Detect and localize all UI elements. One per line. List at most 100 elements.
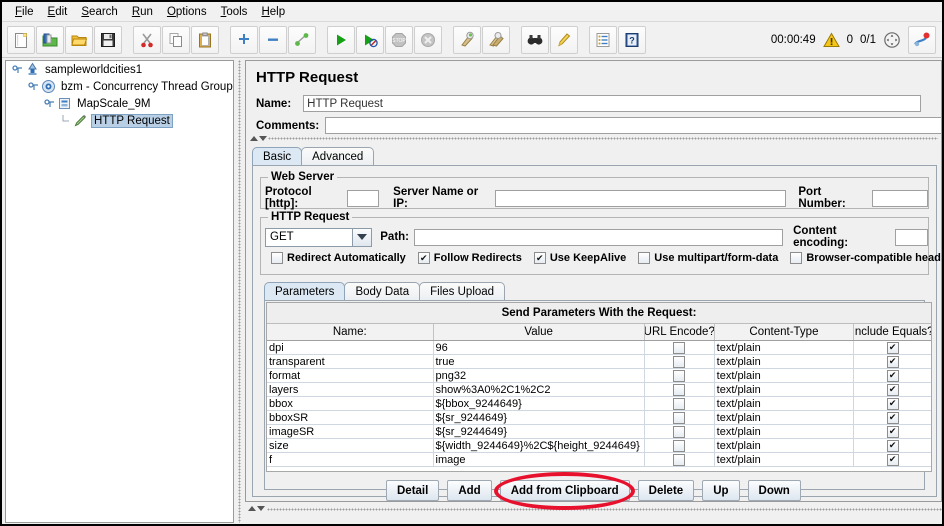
cell-include-equals[interactable] (854, 341, 931, 354)
include-equals-checkbox[interactable] (886, 383, 899, 396)
menu-options[interactable]: Options (160, 4, 214, 20)
include-equals-checkbox[interactable] (886, 425, 899, 438)
include-equals-checkbox[interactable] (886, 341, 899, 354)
tree-node-bzm-concurrency-thread-group[interactable]: bzm - Concurrency Thread Group (6, 78, 233, 95)
cell-param-value[interactable]: image (434, 453, 645, 466)
cell-include-equals[interactable] (854, 453, 931, 466)
add-from-clipboard-button[interactable]: Add from Clipboard (499, 480, 630, 501)
path-input[interactable] (414, 228, 784, 246)
column-header-url-encode[interactable]: URL Encode? (645, 324, 715, 340)
menu-tools[interactable]: Tools (214, 4, 255, 20)
checkbox-box[interactable] (417, 252, 430, 264)
cell-content-type[interactable]: text/plain (715, 425, 855, 438)
tab-parameters[interactable]: Parameters (264, 282, 346, 300)
menu-help[interactable]: Help (254, 4, 292, 20)
cell-include-equals[interactable] (854, 355, 931, 368)
cell-include-equals[interactable] (854, 397, 931, 410)
up-button[interactable]: Up (702, 480, 740, 501)
menu-run[interactable]: Run (125, 4, 160, 20)
cell-param-value[interactable]: ${sr_9244649} (434, 425, 645, 438)
collapse-all-button[interactable] (259, 25, 287, 54)
cell-content-type[interactable]: text/plain (715, 355, 855, 368)
cell-param-name[interactable]: bbox (267, 397, 434, 410)
include-equals-checkbox[interactable] (886, 355, 899, 368)
collapse-up-icon[interactable] (248, 506, 256, 511)
down-button[interactable]: Down (747, 480, 801, 501)
expand-handle-icon[interactable] (28, 81, 40, 93)
cell-include-equals[interactable] (854, 425, 931, 438)
collapse-down-icon[interactable] (259, 136, 267, 141)
cell-url-encode[interactable] (645, 439, 715, 452)
function-helper-button[interactable] (589, 25, 617, 54)
search-button[interactable] (521, 25, 549, 54)
table-row[interactable]: transparent true text/plain (267, 355, 931, 369)
cell-content-type[interactable]: text/plain (715, 397, 855, 410)
cell-content-type[interactable]: text/plain (715, 453, 855, 466)
cell-param-value[interactable]: 96 (434, 341, 645, 354)
cell-content-type[interactable]: text/plain (715, 369, 855, 382)
table-row[interactable]: imageSR ${sr_9244649} text/plain (267, 425, 931, 439)
url-encode-checkbox[interactable] (673, 383, 686, 396)
cell-url-encode[interactable] (645, 369, 715, 382)
cell-param-name[interactable]: transparent (267, 355, 434, 368)
cell-content-type[interactable]: text/plain (715, 439, 855, 452)
delete-button[interactable]: Delete (637, 480, 695, 501)
tab-advanced[interactable]: Advanced (301, 147, 375, 165)
clear-all-button[interactable] (482, 25, 510, 54)
tab-body-data[interactable]: Body Data (344, 282, 421, 300)
url-encode-checkbox[interactable] (673, 453, 686, 466)
include-equals-checkbox[interactable] (886, 369, 899, 382)
copy-button[interactable] (162, 25, 190, 54)
checkbox-follow-redirects[interactable]: Follow Redirects (417, 252, 522, 264)
start-no-pauses-button[interactable] (356, 25, 384, 54)
paste-button[interactable] (191, 25, 219, 54)
test-plan-tree[interactable]: sampleworldcities1 bzm - Concurrency Thre… (5, 60, 234, 523)
content-encoding-input[interactable] (895, 228, 929, 246)
detail-button[interactable]: Detail (386, 480, 440, 501)
include-equals-checkbox[interactable] (886, 397, 899, 410)
checkbox-box[interactable] (271, 252, 283, 264)
tree-node-sampleworldcities1[interactable]: sampleworldcities1 (6, 61, 233, 78)
expand-handle-icon[interactable] (12, 64, 24, 76)
add-button[interactable]: Add (447, 480, 492, 501)
port-input[interactable] (872, 189, 928, 207)
table-row[interactable]: bbox ${bbox_9244649} text/plain (267, 397, 931, 411)
url-encode-checkbox[interactable] (673, 425, 686, 438)
include-equals-checkbox[interactable] (886, 411, 899, 424)
new-button[interactable] (7, 25, 35, 54)
cell-param-name[interactable]: layers (267, 383, 434, 396)
cell-url-encode[interactable] (645, 355, 715, 368)
stop-button[interactable]: STOP (385, 25, 413, 54)
table-row[interactable]: size ${width_9244649}%2C${height_9244649}… (267, 439, 931, 453)
cell-url-encode[interactable] (645, 397, 715, 410)
method-select[interactable]: GET (265, 227, 373, 247)
tab-files-upload[interactable]: Files Upload (419, 282, 506, 300)
url-encode-checkbox[interactable] (673, 397, 686, 410)
server-input[interactable] (494, 189, 787, 207)
cell-url-encode[interactable] (645, 425, 715, 438)
column-header-content-type[interactable]: Content-Type (715, 324, 855, 340)
column-header-include-equals[interactable]: Include Equals? (854, 324, 931, 340)
cell-url-encode[interactable] (645, 341, 715, 354)
save-button[interactable] (94, 25, 122, 54)
cell-param-name[interactable]: bboxSR (267, 411, 434, 424)
shutdown-button[interactable] (414, 25, 442, 54)
cell-param-value[interactable]: ${sr_9244649} (434, 411, 645, 424)
table-row[interactable]: format png32 text/plain (267, 369, 931, 383)
cell-param-name[interactable]: size (267, 439, 434, 452)
checkbox-box[interactable] (638, 252, 651, 264)
start-button[interactable] (327, 25, 355, 54)
url-encode-checkbox[interactable] (673, 355, 686, 368)
cell-param-value[interactable]: ${width_9244649}%2C${height_9244649} (434, 439, 645, 452)
cell-param-name[interactable]: dpi (267, 341, 434, 354)
collapse-up-icon[interactable] (250, 136, 258, 141)
cell-param-value[interactable]: show%3A0%2C1%2C2 (434, 383, 645, 396)
parameters-table[interactable]: Send Parameters With the Request: Name: … (266, 302, 932, 472)
toggle-button[interactable] (288, 25, 316, 54)
section-divider[interactable] (248, 135, 938, 142)
table-row[interactable]: bboxSR ${sr_9244649} text/plain (267, 411, 931, 425)
url-encode-checkbox[interactable] (673, 369, 686, 382)
tab-basic[interactable]: Basic (252, 147, 303, 165)
table-row[interactable]: layers show%3A0%2C1%2C2 text/plain (267, 383, 931, 397)
checkbox-redirect-automatically[interactable]: Redirect Automatically (271, 252, 406, 264)
